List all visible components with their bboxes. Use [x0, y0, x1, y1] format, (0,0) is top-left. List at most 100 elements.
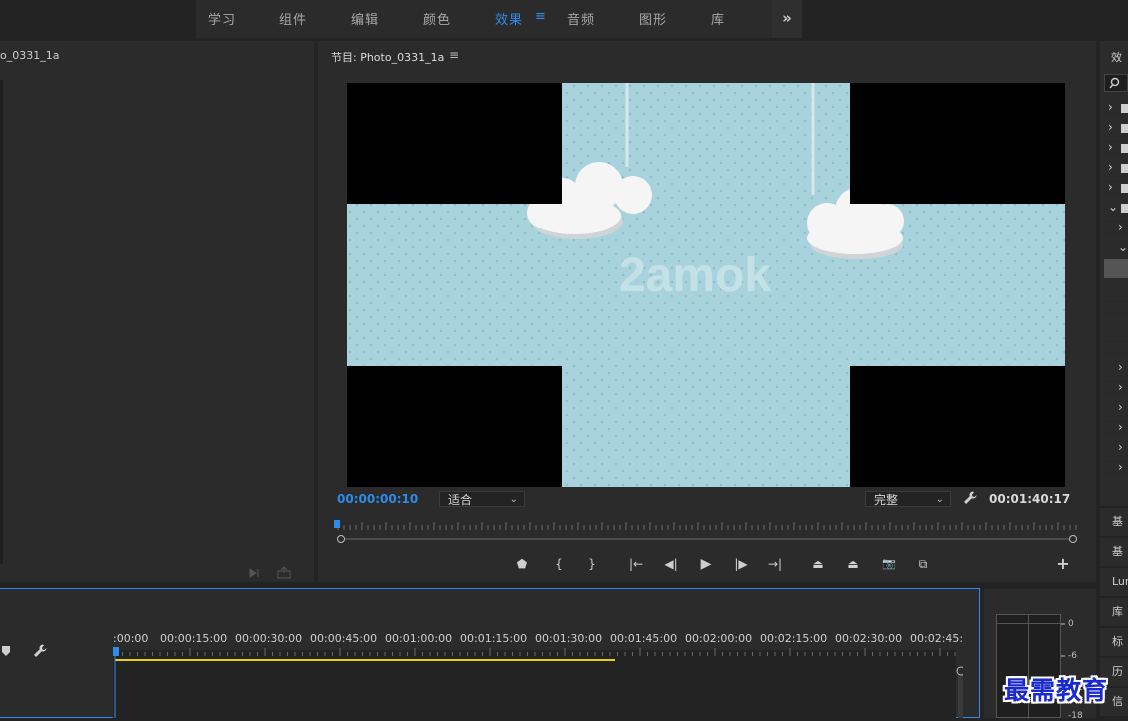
scroll-handle-left[interactable] — [337, 535, 345, 543]
source-panel — [0, 41, 314, 582]
timeline-tick-label: 00:02:00:00 — [685, 632, 753, 645]
libraries-button[interactable]: 库 — [1100, 598, 1128, 626]
effects-tree-row[interactable]: › — [1104, 159, 1128, 179]
essential-graphics-button[interactable]: 基 — [1100, 508, 1128, 536]
tab-graphics[interactable]: 图形 — [639, 9, 667, 28]
black-block — [850, 83, 1065, 204]
chevron-down-icon[interactable]: ⌄ — [1118, 240, 1128, 254]
export-frame-button[interactable]: 📷 — [880, 556, 898, 572]
quality-select[interactable]: 完整 ⌄ — [865, 491, 951, 507]
effects-tree-row[interactable]: › — [1104, 179, 1128, 199]
chevron-right-icon[interactable]: › — [1118, 420, 1123, 434]
effects-tree-row[interactable]: › — [1104, 99, 1128, 119]
chevron-right-icon[interactable]: › — [1118, 440, 1123, 454]
fit-select-value: 适合 — [448, 493, 473, 507]
timeline-settings-wrench-icon[interactable] — [32, 643, 48, 659]
mark-out-button[interactable]: } — [583, 556, 601, 572]
step-forward-button[interactable]: |▶ — [732, 556, 750, 572]
chevron-right-icon[interactable]: › — [1108, 100, 1113, 114]
scroll-handle-right[interactable] — [1069, 535, 1077, 543]
effects-tree-row[interactable]: › — [1104, 379, 1128, 399]
playhead-timecode[interactable]: 00:00:00:10 — [337, 492, 418, 506]
source-panel-title[interactable]: o_0331_1a — [0, 49, 59, 62]
effects-tree-row[interactable]: › — [1104, 439, 1128, 459]
tab-learn[interactable]: 学习 — [208, 9, 236, 28]
chevron-down-icon[interactable]: ⌄ — [1108, 200, 1118, 214]
program-title[interactable]: 节目: Photo_0331_1a — [331, 49, 444, 65]
effects-tree-row[interactable]: › — [1104, 119, 1128, 139]
chevron-right-icon[interactable]: › — [1118, 220, 1123, 234]
chevron-right-icon[interactable]: › — [1118, 360, 1123, 374]
search-icon — [1109, 77, 1120, 89]
effects-tree-row[interactable]: › — [1104, 459, 1128, 479]
effects-tree-row[interactable]: › — [1104, 359, 1128, 379]
effects-tree-row[interactable] — [1104, 319, 1128, 339]
compare-view-button[interactable]: ⧉ — [914, 556, 932, 572]
timeline-ruler-overlay — [113, 647, 963, 718]
program-menu-icon[interactable]: ≡ — [449, 48, 459, 62]
timeline-scrollbar[interactable] — [958, 671, 963, 718]
chevron-right-icon[interactable]: › — [1108, 120, 1113, 134]
program-time-ruler[interactable] — [334, 518, 1078, 532]
timeline-tick-label: 00:00:30:00 — [235, 632, 303, 645]
lift-button[interactable]: ⏏ — [809, 556, 827, 572]
black-block — [347, 366, 562, 487]
step-back-button[interactable]: ◀| — [662, 556, 680, 572]
effects-panel-title[interactable]: 效 — [1111, 49, 1122, 65]
effects-tree-row[interactable] — [1104, 339, 1128, 359]
chevron-right-icon[interactable]: › — [1108, 140, 1113, 154]
video-watermark: 2amok — [619, 249, 771, 302]
insert-icon[interactable] — [249, 568, 259, 578]
source-panel-edge — [0, 80, 3, 564]
chevron-right-icon[interactable]: › — [1108, 160, 1113, 174]
folder-icon — [1121, 164, 1128, 173]
duration-timecode: 00:01:40:17 — [989, 492, 1071, 506]
zoom-scrollbar[interactable] — [337, 534, 1077, 544]
effects-search-field[interactable] — [1104, 74, 1128, 92]
effects-tree-row[interactable] — [1104, 279, 1128, 299]
go-to-out-button[interactable]: →| — [766, 556, 784, 572]
effects-tree-row[interactable]: › — [1104, 219, 1128, 239]
tab-assembly[interactable]: 组件 — [279, 9, 307, 28]
lumetri-color-button[interactable]: Lur — [1100, 568, 1128, 596]
effects-tree-row[interactable]: › — [1104, 399, 1128, 419]
settings-wrench-icon[interactable] — [962, 490, 978, 506]
workspace-menu-icon[interactable]: ≡ — [535, 9, 546, 24]
extract-button[interactable]: ⏏ — [844, 556, 862, 572]
timeline-scroll-handle[interactable] — [956, 666, 963, 676]
quality-select-value: 完整 — [874, 493, 899, 507]
markers-button[interactable]: 标 — [1100, 628, 1128, 656]
tab-effects[interactable]: 效果 — [495, 9, 523, 28]
chevron-right-icon[interactable]: › — [1118, 460, 1123, 474]
marker-icon[interactable] — [0, 645, 12, 657]
timeline-playhead[interactable] — [113, 647, 119, 656]
play-button[interactable]: ▶ — [697, 556, 715, 572]
chevron-right-icon[interactable]: › — [1108, 180, 1113, 194]
button-editor-add[interactable]: + — [1054, 556, 1072, 572]
mark-in-button[interactable]: { — [550, 556, 568, 572]
playhead-marker[interactable] — [334, 520, 340, 528]
effects-tree-row[interactable]: › — [1104, 139, 1128, 159]
program-video-frame[interactable]: 2amok — [347, 83, 1065, 487]
tab-editing[interactable]: 编辑 — [351, 9, 379, 28]
timeline-tick-label: 00:00:15:00 — [160, 632, 228, 645]
tab-color[interactable]: 颜色 — [423, 9, 451, 28]
add-marker-button[interactable]: ⬟ — [513, 556, 531, 572]
effects-tree-row[interactable]: ⌄ — [1104, 239, 1128, 259]
overwrite-icon[interactable] — [277, 566, 291, 579]
effects-selected-row[interactable] — [1104, 259, 1128, 278]
chevron-right-icon[interactable]: › — [1118, 400, 1123, 414]
tab-libraries[interactable]: 库 — [711, 9, 725, 28]
tab-audio[interactable]: 音频 — [567, 9, 595, 28]
folder-icon — [1121, 184, 1128, 193]
timeline-tick-label: 00:01:30:00 — [535, 632, 603, 645]
effects-tree-row[interactable]: › — [1104, 419, 1128, 439]
go-to-in-button[interactable]: |← — [627, 556, 645, 572]
essential-sound-button[interactable]: 基 — [1100, 538, 1128, 566]
effects-tree-row[interactable] — [1104, 299, 1128, 319]
chevron-right-icon[interactable]: › — [1118, 380, 1123, 394]
source-panel-icons — [249, 566, 291, 579]
fit-select[interactable]: 适合 ⌄ — [439, 491, 525, 507]
more-workspaces-icon[interactable]: » — [772, 0, 802, 38]
effects-tree-row[interactable]: ⌄ — [1104, 199, 1128, 219]
